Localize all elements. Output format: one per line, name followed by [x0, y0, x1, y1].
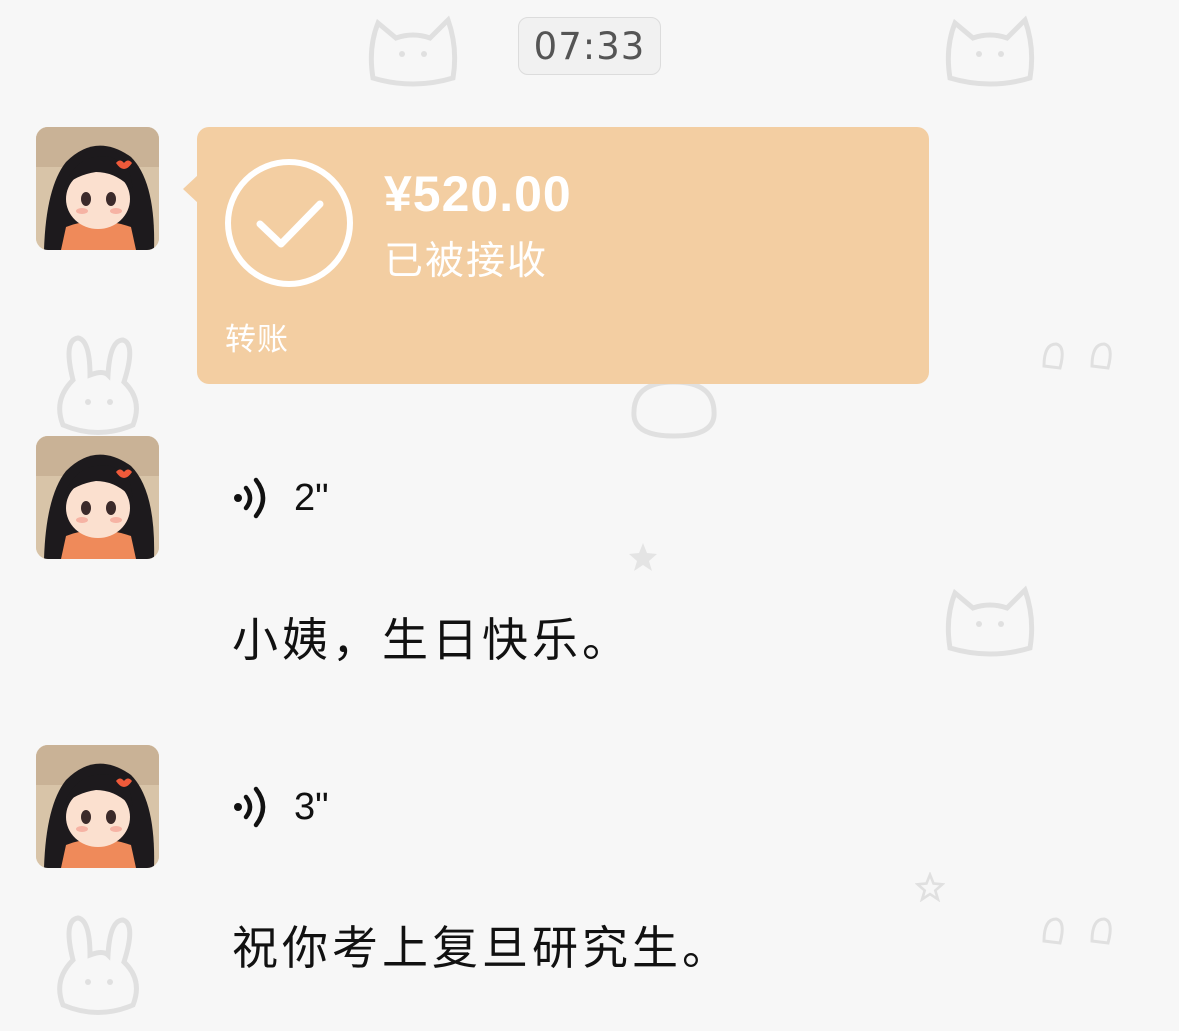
chat-area: 07:33 ¥520.00 已被接收 转账 2" 小姨，生日快乐。 3" 祝你考…	[0, 0, 1179, 1031]
avatar[interactable]	[36, 745, 159, 868]
blob-doodle-icon	[631, 379, 717, 439]
transfer-label: 转账	[225, 322, 289, 358]
transfer-bubble[interactable]: ¥520.00 已被接收 转账	[183, 127, 929, 384]
avatar[interactable]	[36, 436, 159, 559]
cat-doodle-icon	[945, 15, 1035, 87]
check-circle-icon	[225, 159, 353, 287]
voice-duration: 2"	[294, 476, 329, 519]
avatar[interactable]	[36, 127, 159, 250]
bunny-doodle-icon	[57, 335, 139, 435]
voice-duration: 3"	[294, 785, 329, 828]
voice-wave-icon	[234, 786, 266, 828]
voice-transcript: 小姨，生日快乐。	[232, 613, 632, 667]
voice-wave-icon	[234, 477, 266, 519]
cat-doodle-icon	[945, 585, 1035, 657]
voice-message[interactable]: 3"	[232, 779, 329, 835]
message-timestamp: 07:33	[518, 17, 661, 75]
ghost-doodle-icon	[1042, 342, 1112, 370]
voice-transcript: 祝你考上复旦研究生。	[232, 921, 732, 975]
cat-doodle-icon	[368, 15, 458, 87]
bubble-tail	[183, 175, 198, 203]
star-doodle-icon	[629, 543, 657, 571]
bunny-doodle-icon	[57, 915, 139, 1015]
transfer-amount: ¥520.00	[384, 166, 572, 222]
star-doodle-icon	[915, 872, 945, 902]
transfer-status: 已被接收	[384, 239, 549, 284]
voice-message[interactable]: 2"	[232, 470, 329, 526]
ghost-doodle-icon	[1042, 917, 1112, 945]
